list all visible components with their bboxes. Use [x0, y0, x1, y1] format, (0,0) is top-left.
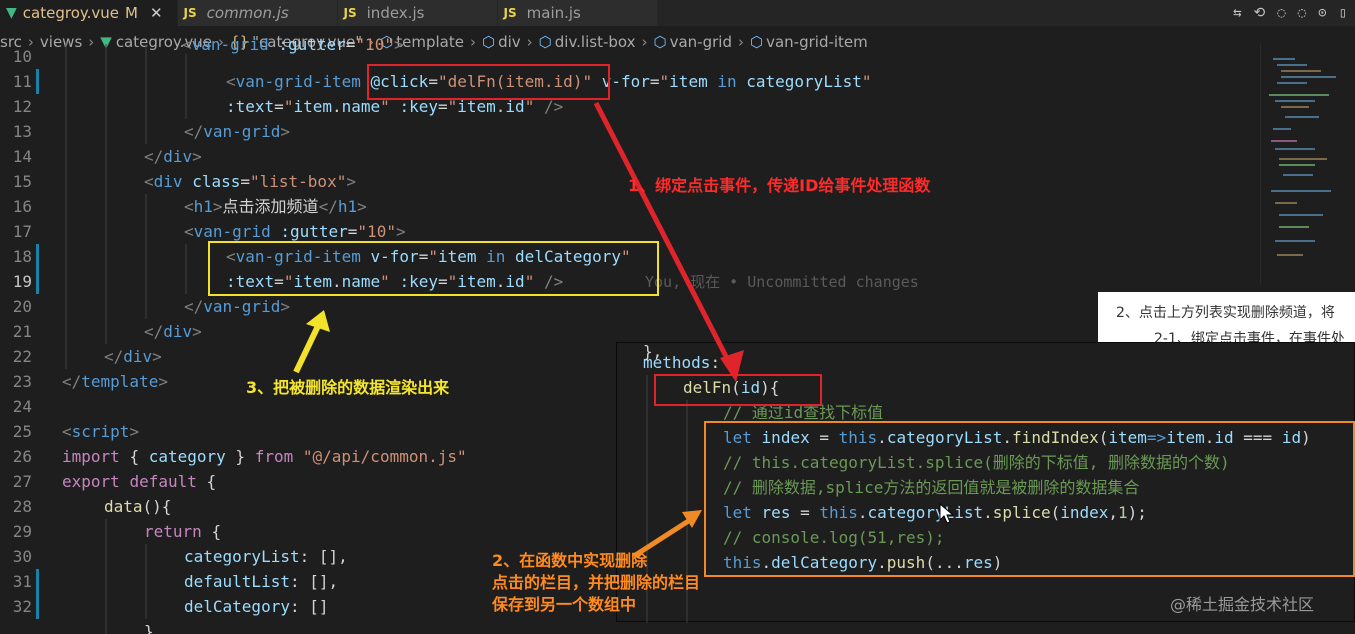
tab-categroy-vue[interactable]: ▼ categroy.vue M ✕: [0, 0, 178, 26]
js-icon: JS: [343, 6, 357, 20]
tab-label: main.js: [526, 4, 581, 22]
circle-right-icon[interactable]: ◌: [1298, 5, 1306, 21]
compare-icon[interactable]: ⇆: [1233, 5, 1241, 21]
annotation-line: 保存到另一个数组中: [492, 595, 637, 614]
render-highlight: [208, 241, 659, 296]
editor-actions: ⇆ ⟲ ◌ ◌ ⊙ ▯: [1233, 0, 1355, 26]
js-icon: JS: [503, 6, 517, 20]
tab-label: categroy.vue: [22, 4, 119, 22]
inline-blame: You, 现在 • Uncommitted changes: [645, 273, 919, 291]
notes-line: 2、点击上方列表实现删除频道，将: [1116, 305, 1335, 321]
annotation-line: 点击的栏目，并把删除的栏目: [492, 573, 701, 592]
click-binding-highlight: [367, 64, 610, 100]
tab-label: index.js: [366, 4, 425, 22]
tab-index-js[interactable]: JS index.js: [337, 0, 498, 26]
go-back-icon[interactable]: ⟲: [1254, 5, 1266, 21]
git-icon[interactable]: ⊙: [1318, 5, 1326, 21]
minimap[interactable]: [1260, 44, 1355, 284]
annotation-line: 2、在函数中实现删除: [492, 551, 648, 570]
annotation-step-3: 3、把被删除的数据渲染出来: [246, 378, 450, 397]
annotation-step-1: 1、绑定点击事件，传递ID给事件处理函数: [628, 176, 931, 195]
delete-logic-highlight: [704, 421, 1355, 577]
close-icon[interactable]: ✕: [150, 4, 163, 22]
editor-tab-bar: ▼ categroy.vue M ✕ JS common.js JS index…: [0, 0, 1355, 26]
tab-main-js[interactable]: JS main.js: [497, 0, 658, 26]
js-icon: JS: [183, 6, 197, 20]
delfn-highlight: [654, 374, 822, 406]
split-editor-icon[interactable]: ▯: [1339, 5, 1347, 21]
tab-label: common.js: [206, 4, 289, 22]
modified-badge: M: [125, 4, 138, 22]
notes-panel: 2、点击上方列表实现删除频道，将 2-1、绑定点击事件，在事件处: [1098, 292, 1355, 344]
indent-guides: [65, 44, 187, 634]
annotation-step-2: 2、在函数中实现删除 点击的栏目，并把删除的栏目 保存到另一个数组中: [492, 550, 700, 616]
watermark: @稀土掘金技术社区: [1170, 595, 1315, 614]
circle-left-icon[interactable]: ◌: [1277, 5, 1285, 21]
vue-icon: ▼: [6, 5, 17, 21]
tab-common-js[interactable]: JS common.js: [177, 0, 338, 26]
